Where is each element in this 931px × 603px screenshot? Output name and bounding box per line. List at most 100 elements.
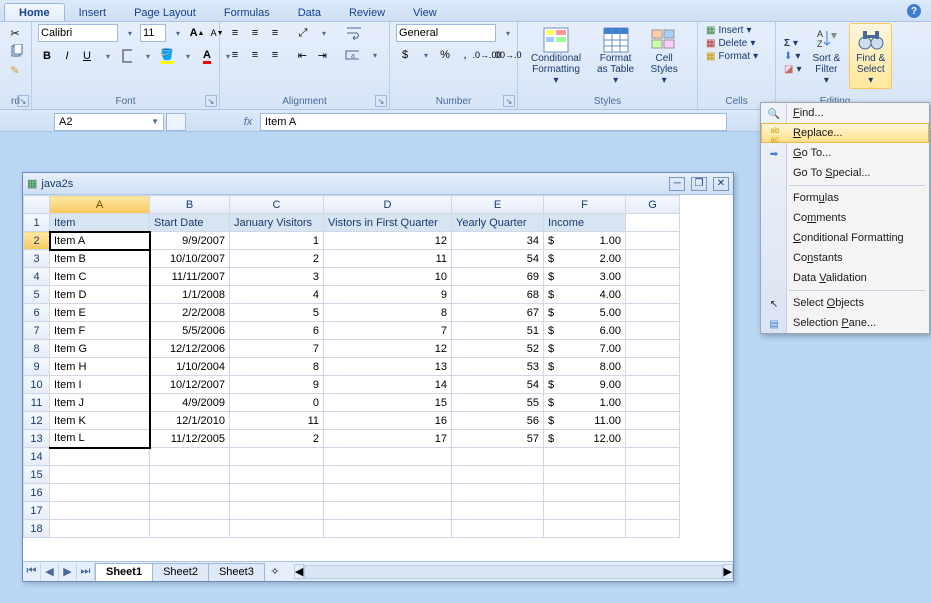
cell[interactable] xyxy=(626,340,680,358)
cell[interactable] xyxy=(626,268,680,286)
sheet-nav-prev[interactable]: ◀ xyxy=(41,563,59,581)
tab-formulas[interactable]: Formulas xyxy=(210,4,284,21)
cell[interactable]: 2 xyxy=(230,250,324,268)
cell[interactable] xyxy=(324,484,452,502)
cell[interactable] xyxy=(626,484,680,502)
cell[interactable]: Item A xyxy=(50,232,150,250)
cell[interactable] xyxy=(452,484,544,502)
cell[interactable]: 11 xyxy=(324,250,452,268)
number-format-dropdown[interactable] xyxy=(498,24,516,42)
menu-conditional-formatting[interactable]: Conditional Formatting xyxy=(761,228,929,248)
cell[interactable]: $9.00 xyxy=(544,376,626,394)
format-cells-button[interactable]: ▦Format ▾ xyxy=(704,50,769,63)
font-name-dropdown[interactable] xyxy=(120,24,138,42)
sheet-tab-sheet3[interactable]: Sheet3 xyxy=(208,563,265,581)
row-header-12[interactable]: 12 xyxy=(24,412,50,430)
font-size-input[interactable] xyxy=(140,24,166,42)
row-header-16[interactable]: 16 xyxy=(24,484,50,502)
row-header-5[interactable]: 5 xyxy=(24,286,50,304)
cell[interactable]: $2.00 xyxy=(544,250,626,268)
underline-button[interactable]: U xyxy=(78,47,96,65)
cell[interactable]: 14 xyxy=(324,376,452,394)
cell[interactable]: 2/2/2008 xyxy=(150,304,230,322)
cell[interactable] xyxy=(544,502,626,520)
new-sheet-button[interactable]: ✧ xyxy=(266,563,284,581)
menu-comments[interactable]: Comments xyxy=(761,208,929,228)
cut-button[interactable]: ✂ xyxy=(6,24,24,42)
cell[interactable] xyxy=(544,520,626,538)
row-header-6[interactable]: 6 xyxy=(24,304,50,322)
cell[interactable] xyxy=(324,502,452,520)
increase-font-button[interactable]: A▲ xyxy=(188,24,206,42)
formula-input[interactable]: Item A xyxy=(260,113,727,131)
font-launcher[interactable]: ↘ xyxy=(205,95,217,107)
cell[interactable]: Item I xyxy=(50,376,150,394)
menu-find[interactable]: 🔍 Find... xyxy=(761,103,929,123)
merge-dropdown[interactable] xyxy=(365,46,383,64)
cell[interactable] xyxy=(626,430,680,448)
accounting-dropdown[interactable] xyxy=(416,46,434,64)
delete-cells-button[interactable]: ▦Delete ▾ xyxy=(704,37,769,50)
cell[interactable] xyxy=(452,466,544,484)
cell[interactable] xyxy=(324,520,452,538)
close-button[interactable]: ✕ xyxy=(713,177,729,191)
underline-dropdown[interactable] xyxy=(98,47,116,65)
insert-cells-button[interactable]: ▦Insert ▾ xyxy=(704,24,769,37)
cell[interactable]: 12/1/2010 xyxy=(150,412,230,430)
cell[interactable]: Item H xyxy=(50,358,150,376)
accounting-button[interactable]: $ xyxy=(396,46,414,64)
cell[interactable] xyxy=(626,448,680,466)
menu-select-objects[interactable]: ↖ Select Objects xyxy=(761,293,929,313)
cell[interactable]: January Visitors xyxy=(230,214,324,232)
tab-review[interactable]: Review xyxy=(335,4,399,21)
cell[interactable] xyxy=(626,304,680,322)
wrap-text-button[interactable] xyxy=(342,24,366,42)
cell[interactable]: $6.00 xyxy=(544,322,626,340)
percent-button[interactable]: % xyxy=(436,46,454,64)
cell[interactable]: Item C xyxy=(50,268,150,286)
cell[interactable]: 1/1/2008 xyxy=(150,286,230,304)
cell[interactable]: $3.00 xyxy=(544,268,626,286)
col-header-F[interactable]: F xyxy=(544,196,626,214)
cell[interactable] xyxy=(626,466,680,484)
cell[interactable]: 51 xyxy=(452,322,544,340)
cell[interactable]: 55 xyxy=(452,394,544,412)
minimize-button[interactable]: ─ xyxy=(669,177,685,191)
cell[interactable]: Item E xyxy=(50,304,150,322)
cell[interactable] xyxy=(452,520,544,538)
decrease-indent-button[interactable]: ⇤ xyxy=(293,46,311,64)
col-header-G[interactable]: G xyxy=(626,196,680,214)
alignment-launcher[interactable]: ↘ xyxy=(375,95,387,107)
clipboard-launcher[interactable]: ↘ xyxy=(17,95,29,107)
cell[interactable] xyxy=(230,502,324,520)
align-center-button[interactable]: ≡ xyxy=(246,46,264,64)
tab-page-layout[interactable]: Page Layout xyxy=(120,4,210,21)
bold-button[interactable]: B xyxy=(38,47,56,65)
border-button[interactable] xyxy=(118,47,136,65)
cell[interactable] xyxy=(230,520,324,538)
comma-button[interactable]: , xyxy=(456,46,474,64)
row-header-14[interactable]: 14 xyxy=(24,448,50,466)
sheet-tab-sheet1[interactable]: Sheet1 xyxy=(95,563,153,581)
number-launcher[interactable]: ↘ xyxy=(503,95,515,107)
font-name-input[interactable] xyxy=(38,24,118,42)
tab-insert[interactable]: Insert xyxy=(65,4,121,21)
find-select-button[interactable]: Find & Select▾ xyxy=(849,23,892,89)
fill-button[interactable]: ⬇▾ xyxy=(782,50,803,63)
row-header-13[interactable]: 13 xyxy=(24,430,50,448)
horizontal-scrollbar[interactable]: ◀ ▶ xyxy=(294,565,733,579)
tab-home[interactable]: Home xyxy=(4,3,65,21)
sheet-nav-next[interactable]: ▶ xyxy=(59,563,77,581)
name-box[interactable]: A2 ▼ xyxy=(54,113,164,131)
cell[interactable]: 0 xyxy=(230,394,324,412)
sheet-tab-sheet2[interactable]: Sheet2 xyxy=(152,563,209,581)
cell[interactable] xyxy=(230,484,324,502)
cell[interactable]: 11 xyxy=(230,412,324,430)
cell[interactable]: $1.00 xyxy=(544,232,626,250)
menu-replace[interactable]: abac Replace... xyxy=(761,123,929,143)
tab-data[interactable]: Data xyxy=(284,4,335,21)
cell[interactable] xyxy=(50,484,150,502)
menu-constants[interactable]: Constants xyxy=(761,248,929,268)
cell[interactable]: Income xyxy=(544,214,626,232)
cell[interactable]: 4/9/2009 xyxy=(150,394,230,412)
